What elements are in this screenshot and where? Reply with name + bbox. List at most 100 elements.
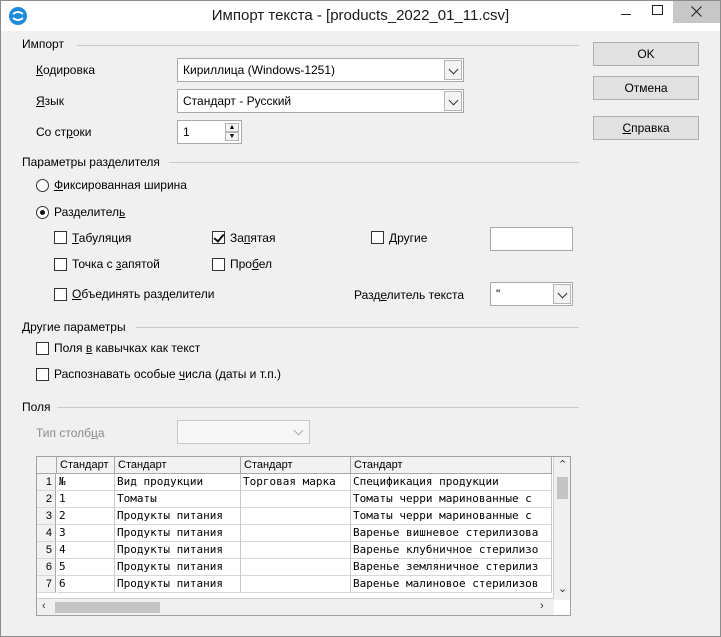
section-import-title: Импорт xyxy=(22,37,64,51)
table-row[interactable]: 4 3 Продукты питания Варенье вишневое стери… xyxy=(37,525,552,542)
detect-special-numbers-checkbox[interactable] xyxy=(36,368,49,381)
section-separator-divider xyxy=(169,162,579,163)
horizontal-scroll-thumb[interactable] xyxy=(55,602,160,613)
close-button[interactable] xyxy=(673,1,720,23)
scroll-down-icon[interactable]: ⌄ xyxy=(558,582,567,595)
fixed-width-radio[interactable] xyxy=(36,179,49,192)
other-separator-input[interactable] xyxy=(490,227,573,251)
text-delimiter-label: Разделитель текста xyxy=(354,288,465,302)
detect-special-numbers-label[interactable]: Распознавать особые числа (даты и т.п.) xyxy=(54,367,281,381)
section-other-divider xyxy=(136,327,579,328)
from-row-label: Со строки xyxy=(36,125,92,139)
table-cell: Продукты питания xyxy=(115,576,241,593)
tab-checkbox[interactable] xyxy=(54,231,67,244)
cancel-button[interactable]: Отмена xyxy=(593,76,699,100)
text-delimiter-value: " xyxy=(496,287,501,301)
row-number: 5 xyxy=(37,542,56,559)
vertical-scrollbar[interactable]: ⌃ ⌄ xyxy=(553,457,570,600)
other-checkbox[interactable] xyxy=(371,231,384,244)
separated-by-label[interactable]: Разделитель xyxy=(54,205,125,219)
semicolon-label[interactable]: Точка с запятой xyxy=(72,257,160,271)
language-label: Язык xyxy=(36,94,65,108)
table-cell: 6 xyxy=(57,576,115,593)
row-number: 2 xyxy=(37,491,56,508)
ok-button[interactable]: OK xyxy=(593,42,699,66)
help-button[interactable]: Справка xyxy=(593,116,699,140)
column-header[interactable]: Стандарт xyxy=(241,457,351,474)
table-cell: Варенье земляничное стерилиз xyxy=(351,559,552,576)
help-button-label: правка xyxy=(631,121,670,135)
language-dropdown-button[interactable] xyxy=(444,91,462,111)
row-number: 4 xyxy=(37,525,56,542)
merge-delimiters-checkbox[interactable] xyxy=(54,288,67,301)
table-row[interactable]: 6 5 Продукты питания Варенье земляничное ст… xyxy=(37,559,552,576)
table-cell xyxy=(241,542,351,559)
table-cell: Продукты питания xyxy=(115,542,241,559)
scroll-right-icon[interactable]: › xyxy=(540,600,544,612)
text-delimiter-dropdown-button[interactable] xyxy=(553,284,571,304)
space-label[interactable]: Пробел xyxy=(230,257,272,271)
table-cell: № xyxy=(57,474,115,491)
encoding-dropdown-button[interactable] xyxy=(444,60,462,80)
comma-label[interactable]: Запятая xyxy=(230,231,275,245)
scroll-up-icon[interactable]: ⌃ xyxy=(558,458,567,471)
column-header[interactable]: Стандарт xyxy=(115,457,241,474)
language-value: Стандарт - Русский xyxy=(183,94,292,108)
table-cell: Томаты черри маринованные с xyxy=(351,491,552,508)
table-row[interactable]: 2 1 Томаты Томаты черри маринованные с xyxy=(37,491,552,508)
language-select[interactable]: Стандарт - Русский xyxy=(177,89,464,113)
text-delimiter-select[interactable]: " xyxy=(490,282,573,306)
table-row[interactable]: 1 № Вид продукции Торговая марка Спецификаци… xyxy=(37,474,552,491)
section-fields-divider xyxy=(57,407,579,408)
semicolon-checkbox[interactable] xyxy=(54,258,67,271)
scroll-left-icon[interactable]: ‹ xyxy=(42,600,46,612)
comma-checkbox[interactable] xyxy=(212,231,225,244)
spin-down-icon[interactable]: ▼ xyxy=(225,132,239,141)
table-cell xyxy=(241,525,351,542)
merge-delimiters-label[interactable]: Объединять разделители xyxy=(72,287,214,301)
table-row[interactable]: 3 2 Продукты питания Томаты черри маринован… xyxy=(37,508,552,525)
row-number: 1 xyxy=(37,474,56,491)
tab-label[interactable]: Табуляция xyxy=(72,231,131,245)
quoted-as-text-checkbox[interactable] xyxy=(36,342,49,355)
row-number: 6 xyxy=(37,559,56,576)
table-cell: 4 xyxy=(57,542,115,559)
table-cell: Спецификация продукции xyxy=(351,474,552,491)
table-cell xyxy=(241,508,351,525)
table-cell: Торговая марка xyxy=(241,474,351,491)
vertical-scroll-thumb[interactable] xyxy=(557,477,568,499)
table-cell: Варенье клубничное стерилизо xyxy=(351,542,552,559)
preview-grid[interactable]: Стандарт Стандарт Стандарт Стандарт 1 № Ви… xyxy=(36,456,571,616)
spin-up-icon[interactable]: ▲ xyxy=(225,123,239,132)
column-header[interactable]: Стандарт xyxy=(57,457,115,474)
table-cell: Продукты питания xyxy=(115,508,241,525)
table-cell: Продукты питания xyxy=(115,525,241,542)
quoted-as-text-label[interactable]: Поля в кавычках как текст xyxy=(54,341,200,355)
separated-by-radio[interactable] xyxy=(36,206,49,219)
table-cell: 2 xyxy=(57,508,115,525)
close-icon xyxy=(691,6,702,17)
encoding-select[interactable]: Кириллица (Windows-1251) xyxy=(177,58,464,82)
other-label[interactable]: Другие xyxy=(389,231,427,245)
encoding-label: Кодировка xyxy=(36,63,96,77)
table-cell: 1 xyxy=(57,491,115,508)
table-cell: Томаты xyxy=(115,491,241,508)
table-row[interactable]: 7 6 Продукты питания Варенье малиновое стер… xyxy=(37,576,552,593)
column-type-select[interactable] xyxy=(177,420,310,444)
help-button-label-mnemonic: С xyxy=(622,121,632,135)
column-type-dropdown-button[interactable] xyxy=(290,422,308,442)
horizontal-scrollbar[interactable]: ‹ › xyxy=(37,598,554,615)
table-cell: Продукты питания xyxy=(115,559,241,576)
column-header[interactable]: Стандарт xyxy=(351,457,552,474)
chevron-down-icon xyxy=(448,95,459,106)
table-row[interactable]: 5 4 Продукты питания Варенье клубничное сте… xyxy=(37,542,552,559)
space-checkbox[interactable] xyxy=(212,258,225,271)
section-other-title: Другие параметры xyxy=(22,320,126,334)
minimize-button[interactable] xyxy=(609,1,641,23)
maximize-button[interactable] xyxy=(641,1,673,23)
row-number: 7 xyxy=(37,576,56,593)
from-row-spinner[interactable]: 1 ▲ ▼ xyxy=(177,120,242,144)
table-cell: Вид продукции xyxy=(115,474,241,491)
minimize-icon xyxy=(621,14,631,15)
fixed-width-label[interactable]: Фиксированная ширина xyxy=(54,178,187,192)
